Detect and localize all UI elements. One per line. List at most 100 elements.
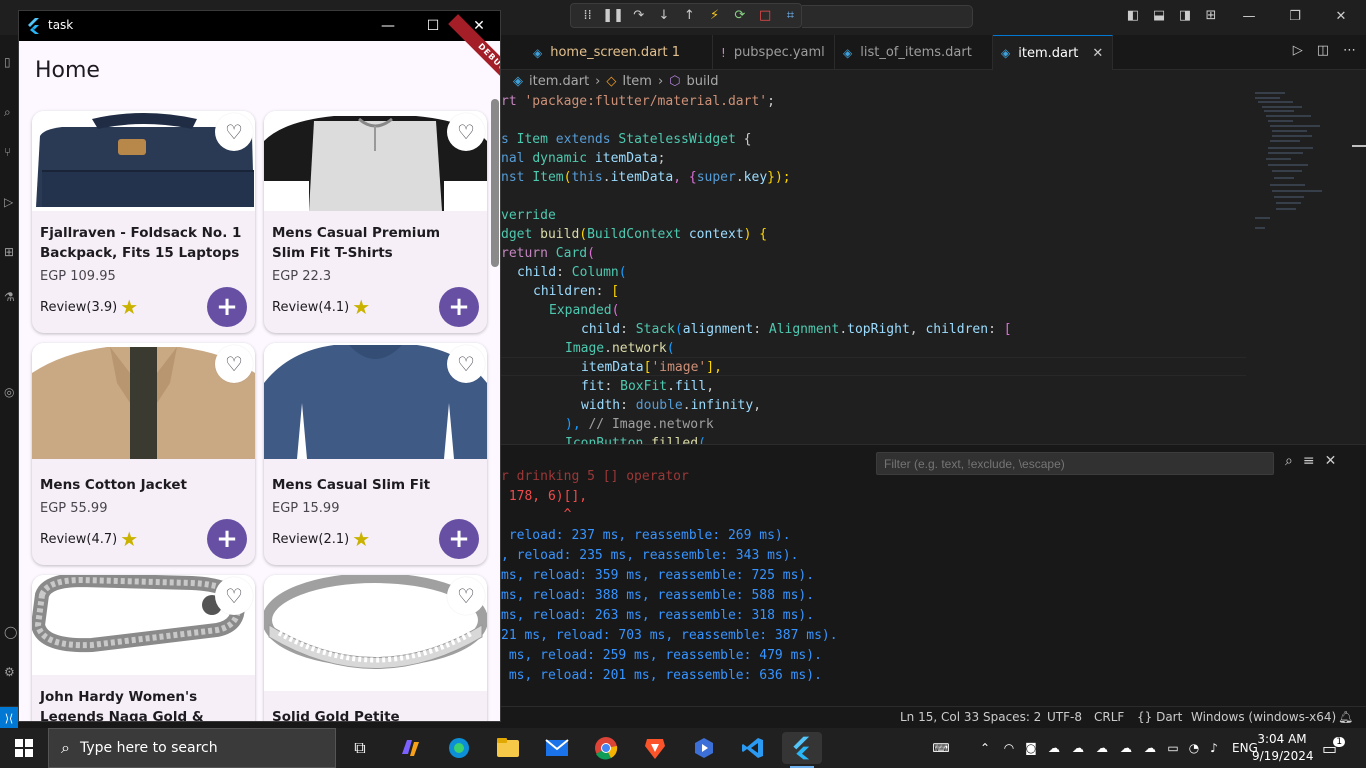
chevron-up-icon[interactable]: ⌃ — [972, 741, 998, 755]
run-debug-icon[interactable]: ▷ — [4, 195, 18, 211]
remote-indicator-icon[interactable]: ⟩⟨ — [0, 707, 18, 729]
add-to-cart-button[interactable]: + — [207, 287, 247, 327]
cursor-position[interactable]: Ln 15, Col 33 — [900, 710, 979, 724]
split-editor-icon[interactable]: ◫ — [1317, 43, 1329, 58]
favorite-heart-icon[interactable]: ♡ — [215, 345, 253, 383]
minimap[interactable] — [1250, 92, 1350, 242]
onedrive-cloud-icon[interactable]: ☁ — [1042, 741, 1066, 755]
search-icon[interactable]: ⌕ — [4, 105, 18, 121]
favorite-heart-icon[interactable]: ♡ — [447, 113, 485, 151]
pause-icon[interactable]: ❚❚ — [602, 5, 624, 27]
minimize-window-icon[interactable]: — — [1226, 0, 1272, 33]
drag-handle-icon[interactable]: ⁞⁞ — [577, 5, 598, 27]
debug-console-panel: ⌕ ≡ ✕ r drinking 5 [] operator 178, 6)[]… — [501, 444, 1366, 706]
step-out-icon[interactable]: ↑ — [679, 5, 700, 27]
step-over-icon[interactable]: ↷ — [628, 5, 649, 27]
webcam-icon[interactable]: ◙ — [1020, 741, 1042, 755]
step-into-icon[interactable]: ↓ — [653, 5, 674, 27]
product-card[interactable]: ♡ Mens Casual Premium Slim Fit T-Shirts … — [264, 111, 487, 333]
testing-icon[interactable]: ⚗ — [4, 290, 18, 306]
stop-icon[interactable]: □ — [754, 5, 775, 27]
media-player-icon[interactable] — [684, 732, 724, 764]
word-wrap-icon[interactable]: ≡ — [1303, 453, 1315, 469]
run-icon[interactable]: ▷ — [1293, 43, 1303, 58]
notification-center-icon[interactable]: ▭ 1 — [1322, 728, 1346, 768]
tab-item[interactable]: ◈ item.dart ✕ — [993, 35, 1113, 70]
onedrive-cloud-icon[interactable]: ☁ — [1066, 741, 1090, 755]
file-explorer-icon[interactable] — [488, 732, 528, 764]
clock[interactable]: 3:04 AM 9/19/2024 — [1252, 731, 1314, 765]
manage-gear-icon[interactable]: ⚙ — [4, 665, 18, 681]
onedrive-cloud-icon[interactable]: ☁ — [1090, 741, 1114, 755]
favorite-heart-icon[interactable]: ♡ — [215, 577, 253, 615]
accounts-icon[interactable]: ◯ — [4, 625, 18, 641]
indentation[interactable]: Spaces: 2 — [983, 710, 1041, 724]
toggle-secondary-sidebar-icon[interactable]: ◨ — [1176, 6, 1194, 24]
breadcrumb-class[interactable]: Item — [622, 74, 652, 89]
customize-layout-icon[interactable]: ⊞ — [1202, 6, 1220, 24]
more-actions-icon[interactable]: ⋯ — [1343, 43, 1356, 58]
tab-list-of-items[interactable]: ◈ list_of_items.dart — [835, 35, 993, 70]
maximize-icon[interactable]: ☐ — [410, 11, 456, 41]
keyboard-icon[interactable]: ⌨ — [928, 741, 954, 755]
onedrive-cloud-icon[interactable]: ☁ — [1138, 741, 1162, 755]
command-center[interactable] — [802, 5, 973, 28]
app-scrollbar[interactable] — [491, 99, 499, 267]
dart-icon: ◈ — [533, 45, 543, 60]
add-to-cart-button[interactable]: + — [439, 287, 479, 327]
close-panel-icon[interactable]: ✕ — [1325, 453, 1337, 469]
battery-icon[interactable]: ▭ — [1162, 741, 1184, 755]
favorite-heart-icon[interactable]: ♡ — [447, 345, 485, 383]
product-grid[interactable]: ♡ Fjallraven - Foldsack No. 1 Backpack, … — [19, 99, 500, 721]
mail-icon[interactable] — [537, 732, 577, 764]
onedrive-cloud-icon[interactable]: ☁ — [1114, 741, 1138, 755]
start-button[interactable] — [0, 728, 48, 768]
remote-icon[interactable]: ◎ — [4, 385, 18, 401]
extensions-icon[interactable]: ⊞ — [4, 245, 18, 261]
line-ending[interactable]: CRLF — [1094, 710, 1124, 724]
close-tab-icon[interactable]: ✕ — [1092, 46, 1103, 61]
taskbar-search-box[interactable]: ⌕ Type here to search — [48, 728, 336, 768]
product-card[interactable]: ♡ Fjallraven - Foldsack No. 1 Backpack, … — [32, 111, 255, 333]
flutter-taskbar-icon[interactable] — [782, 732, 822, 768]
toggle-primary-sidebar-icon[interactable]: ◧ — [1124, 6, 1142, 24]
restart-icon[interactable]: ⟳ — [729, 5, 750, 27]
filter-input[interactable] — [876, 452, 1274, 475]
volume-icon[interactable]: ♪ — [1204, 741, 1224, 755]
toggle-panel-icon[interactable]: ⬓ — [1150, 6, 1168, 24]
task-view-icon[interactable]: ⧉ — [340, 732, 380, 764]
search-icon[interactable]: ⌕ — [1285, 453, 1293, 469]
device-selector[interactable]: Windows (windows-x64) — [1191, 710, 1336, 724]
explorer-icon[interactable]: ▯ — [4, 55, 18, 71]
product-card[interactable]: ♡ Mens Casual Slim Fit EGP 15.99 Review(… — [264, 343, 487, 565]
brave-icon[interactable] — [635, 732, 675, 764]
close-window-icon[interactable]: ✕ — [1318, 0, 1364, 33]
product-card[interactable]: ♡ Mens Cotton Jacket EGP 55.99 Review(4.… — [32, 343, 255, 565]
code-editor[interactable]: rt 'package:flutter/material.dart'; s It… — [501, 92, 1366, 444]
product-title: Mens Cotton Jacket — [40, 477, 187, 493]
copilot-icon[interactable] — [390, 732, 430, 764]
vscode-icon[interactable] — [733, 732, 773, 764]
tab-pubspec[interactable]: ! pubspec.yaml — [713, 35, 835, 70]
encoding[interactable]: UTF-8 — [1047, 710, 1082, 724]
favorite-heart-icon[interactable]: ♡ — [215, 113, 253, 151]
add-to-cart-button[interactable]: + — [207, 519, 247, 559]
add-to-cart-button[interactable]: + — [439, 519, 479, 559]
wifi-icon[interactable]: ◔ — [1184, 741, 1204, 755]
source-control-icon[interactable]: ⑂ — [4, 145, 18, 161]
product-card[interactable]: ♡ Solid Gold Petite Micropave — [264, 575, 487, 721]
notifications-bell-icon[interactable]: 🔔︎ — [1338, 710, 1353, 724]
hot-reload-icon[interactable]: ⚡ — [704, 5, 725, 27]
network-icon[interactable]: ◠ — [998, 741, 1020, 755]
product-card[interactable]: ♡ John Hardy Women's Legends Naga Gold &… — [32, 575, 255, 721]
chrome-icon[interactable] — [586, 732, 626, 764]
tab-home-screen[interactable]: ◈ home_screen.dart 1 — [525, 35, 713, 70]
favorite-heart-icon[interactable]: ♡ — [447, 577, 485, 615]
language-mode[interactable]: {} Dart — [1137, 710, 1182, 724]
edge-icon[interactable] — [439, 732, 479, 764]
inspect-widget-icon[interactable]: ⌗ — [780, 5, 801, 27]
breadcrumb-file[interactable]: item.dart — [529, 74, 589, 89]
breadcrumb-method[interactable]: build — [687, 74, 719, 89]
minimize-icon[interactable]: — — [365, 11, 411, 41]
restore-window-icon[interactable]: ❐ — [1272, 0, 1318, 33]
